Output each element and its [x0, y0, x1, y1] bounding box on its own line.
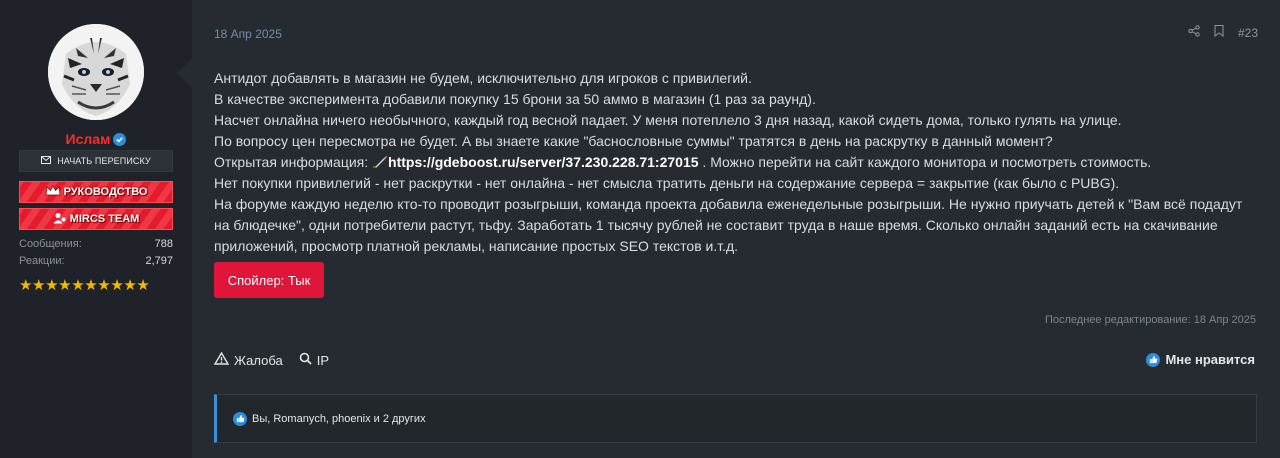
stat-reactions-value: 2,797	[145, 255, 173, 267]
report-button[interactable]: Жалоба	[213, 351, 283, 368]
rocket-icon	[372, 154, 388, 170]
post-line: По вопросу цен пересмотра не будет. А вы…	[214, 133, 1053, 149]
user-panel-arrow	[177, 58, 192, 88]
stat-messages-label: Сообщения:	[19, 238, 82, 250]
bookmark-icon[interactable]	[1214, 25, 1224, 40]
thumbs-up-icon	[1146, 352, 1161, 367]
post-body: Антидот добавлять в магазин не будем, ис…	[214, 68, 1259, 257]
share-icon[interactable]	[1188, 25, 1200, 40]
like-button[interactable]: Мне нравится	[1146, 352, 1255, 367]
user-rating-stars: ★★★★★★★★★★	[19, 277, 150, 294]
post-line: На форуме каждую неделю кто-то проводит …	[214, 196, 1243, 254]
start-conversation-button[interactable]: НАЧАТЬ ПЕРЕПИСКУ	[19, 150, 173, 172]
user-banner-team-label: MIRCS TEAM	[69, 213, 140, 225]
stat-reactions-label: Реакции:	[19, 255, 65, 267]
post-line: Насчет онлайна ничего необычного, каждый…	[214, 112, 1122, 128]
user-banner-team: MIRCS TEAM	[19, 208, 173, 230]
user-avatar[interactable]	[48, 24, 144, 120]
last-edited: Последнее редактирование: 18 Апр 2025	[1044, 314, 1256, 326]
info-link[interactable]: https://gdeboost.ru/server/37.230.228.71…	[388, 154, 698, 170]
crown-icon	[45, 185, 61, 199]
spoiler-button[interactable]: Спойлер: Тык	[214, 262, 324, 298]
info-prefix: Открытая информация:	[214, 154, 373, 170]
warning-icon	[213, 351, 230, 368]
stat-reactions: Реакции: 2,797	[19, 255, 173, 269]
post-tools: #23	[1188, 25, 1258, 40]
user-banner-leadership: РУКОВОДСТВО	[19, 181, 173, 203]
like-label: Мне нравится	[1165, 352, 1255, 367]
user-panel: Ислам НАЧАТЬ ПЕРЕПИСКУ РУКОВОДСТВО MIRCS…	[0, 0, 192, 458]
verified-icon	[113, 132, 127, 146]
user-banner-leadership-label: РУКОВОДСТВО	[63, 186, 148, 198]
username-text[interactable]: Ислам	[66, 131, 111, 147]
post-line: Антидот добавлять в магазин не будем, ис…	[214, 70, 752, 86]
start-conversation-label: НАЧАТЬ ПЕРЕПИСКУ	[57, 156, 151, 166]
post-actions: Жалоба IP	[213, 351, 329, 368]
post-date[interactable]: 18 Апр 2025	[214, 27, 282, 41]
ip-label: IP	[316, 352, 330, 368]
post-number[interactable]: #23	[1238, 26, 1258, 40]
reactions-list[interactable]: Вы, Romanych, phoenix и 2 других	[252, 413, 426, 425]
info-suffix: . Можно перейти на сайт каждого монитора…	[698, 154, 1152, 170]
post-line: В качестве эксперимента добавили покупку…	[214, 91, 816, 107]
team-icon	[53, 212, 67, 227]
ip-button[interactable]: IP	[299, 352, 329, 368]
stat-messages-value: 788	[154, 238, 173, 250]
forum-post: Ислам НАЧАТЬ ПЕРЕПИСКУ РУКОВОДСТВО MIRCS…	[0, 0, 1280, 458]
stat-messages: Сообщения: 788	[19, 238, 173, 252]
thumbs-up-icon	[233, 411, 247, 426]
username[interactable]: Ислам	[0, 131, 192, 147]
reactions-bar[interactable]: Вы, Romanych, phoenix и 2 других	[214, 394, 1257, 443]
search-icon	[299, 352, 312, 368]
post-line-info: Открытая информация: https://gdeboost.ru…	[214, 152, 1259, 173]
report-label: Жалоба	[234, 352, 283, 368]
post-line: Нет покупки привилегий - нет раскрутки -…	[214, 175, 1120, 191]
envelope-icon	[41, 156, 52, 166]
